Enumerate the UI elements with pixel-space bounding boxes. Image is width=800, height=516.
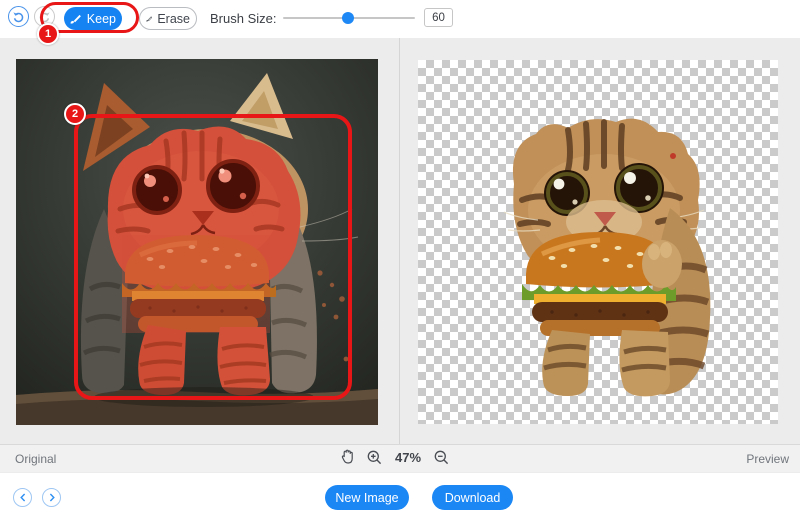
undo-arrow-icon <box>12 10 25 23</box>
download-button[interactable]: Download <box>432 485 513 510</box>
zoom-out-icon[interactable] <box>434 450 449 465</box>
brush-icon <box>70 13 82 25</box>
brush-icon <box>146 13 152 25</box>
new-image-button[interactable]: New Image <box>325 485 409 510</box>
pan-hand-icon[interactable] <box>340 449 354 465</box>
chevron-left-icon <box>19 493 27 502</box>
panel-divider <box>399 38 400 444</box>
keep-button-label: Keep <box>87 12 116 26</box>
original-image-canvas[interactable]: 2 <box>16 59 378 425</box>
toolbar: Keep 1 Erase Brush Size: 60 <box>0 0 800 38</box>
brush-size-slider[interactable] <box>283 10 415 26</box>
original-panel-label: Original <box>15 452 56 466</box>
step1-badge: 1 <box>37 23 59 45</box>
next-image-button[interactable] <box>42 488 61 507</box>
step2-badge: 2 <box>64 103 86 125</box>
brush-size-value[interactable]: 60 <box>424 8 453 27</box>
preview-panel-label: Preview <box>746 452 789 466</box>
preview-canvas[interactable] <box>418 60 778 424</box>
erase-button-label: Erase <box>157 12 190 26</box>
cutout-cat-image <box>418 60 778 424</box>
brush-size-label: Brush Size: <box>210 11 276 26</box>
zoom-level-value: 47% <box>395 450 421 465</box>
footer-bar: New Image Download <box>0 472 800 516</box>
erase-button[interactable]: Erase <box>139 7 197 30</box>
previous-image-button[interactable] <box>13 488 32 507</box>
chevron-right-icon <box>48 493 56 502</box>
zoom-in-icon[interactable] <box>367 450 382 465</box>
undo-button[interactable] <box>8 6 29 27</box>
brush-slider-thumb[interactable] <box>342 12 354 24</box>
editor-content: 2 <box>0 38 800 444</box>
status-bar: Original 47% Preview <box>0 444 800 472</box>
keep-button[interactable]: Keep <box>64 7 122 30</box>
redo-arrow-icon <box>38 10 51 23</box>
